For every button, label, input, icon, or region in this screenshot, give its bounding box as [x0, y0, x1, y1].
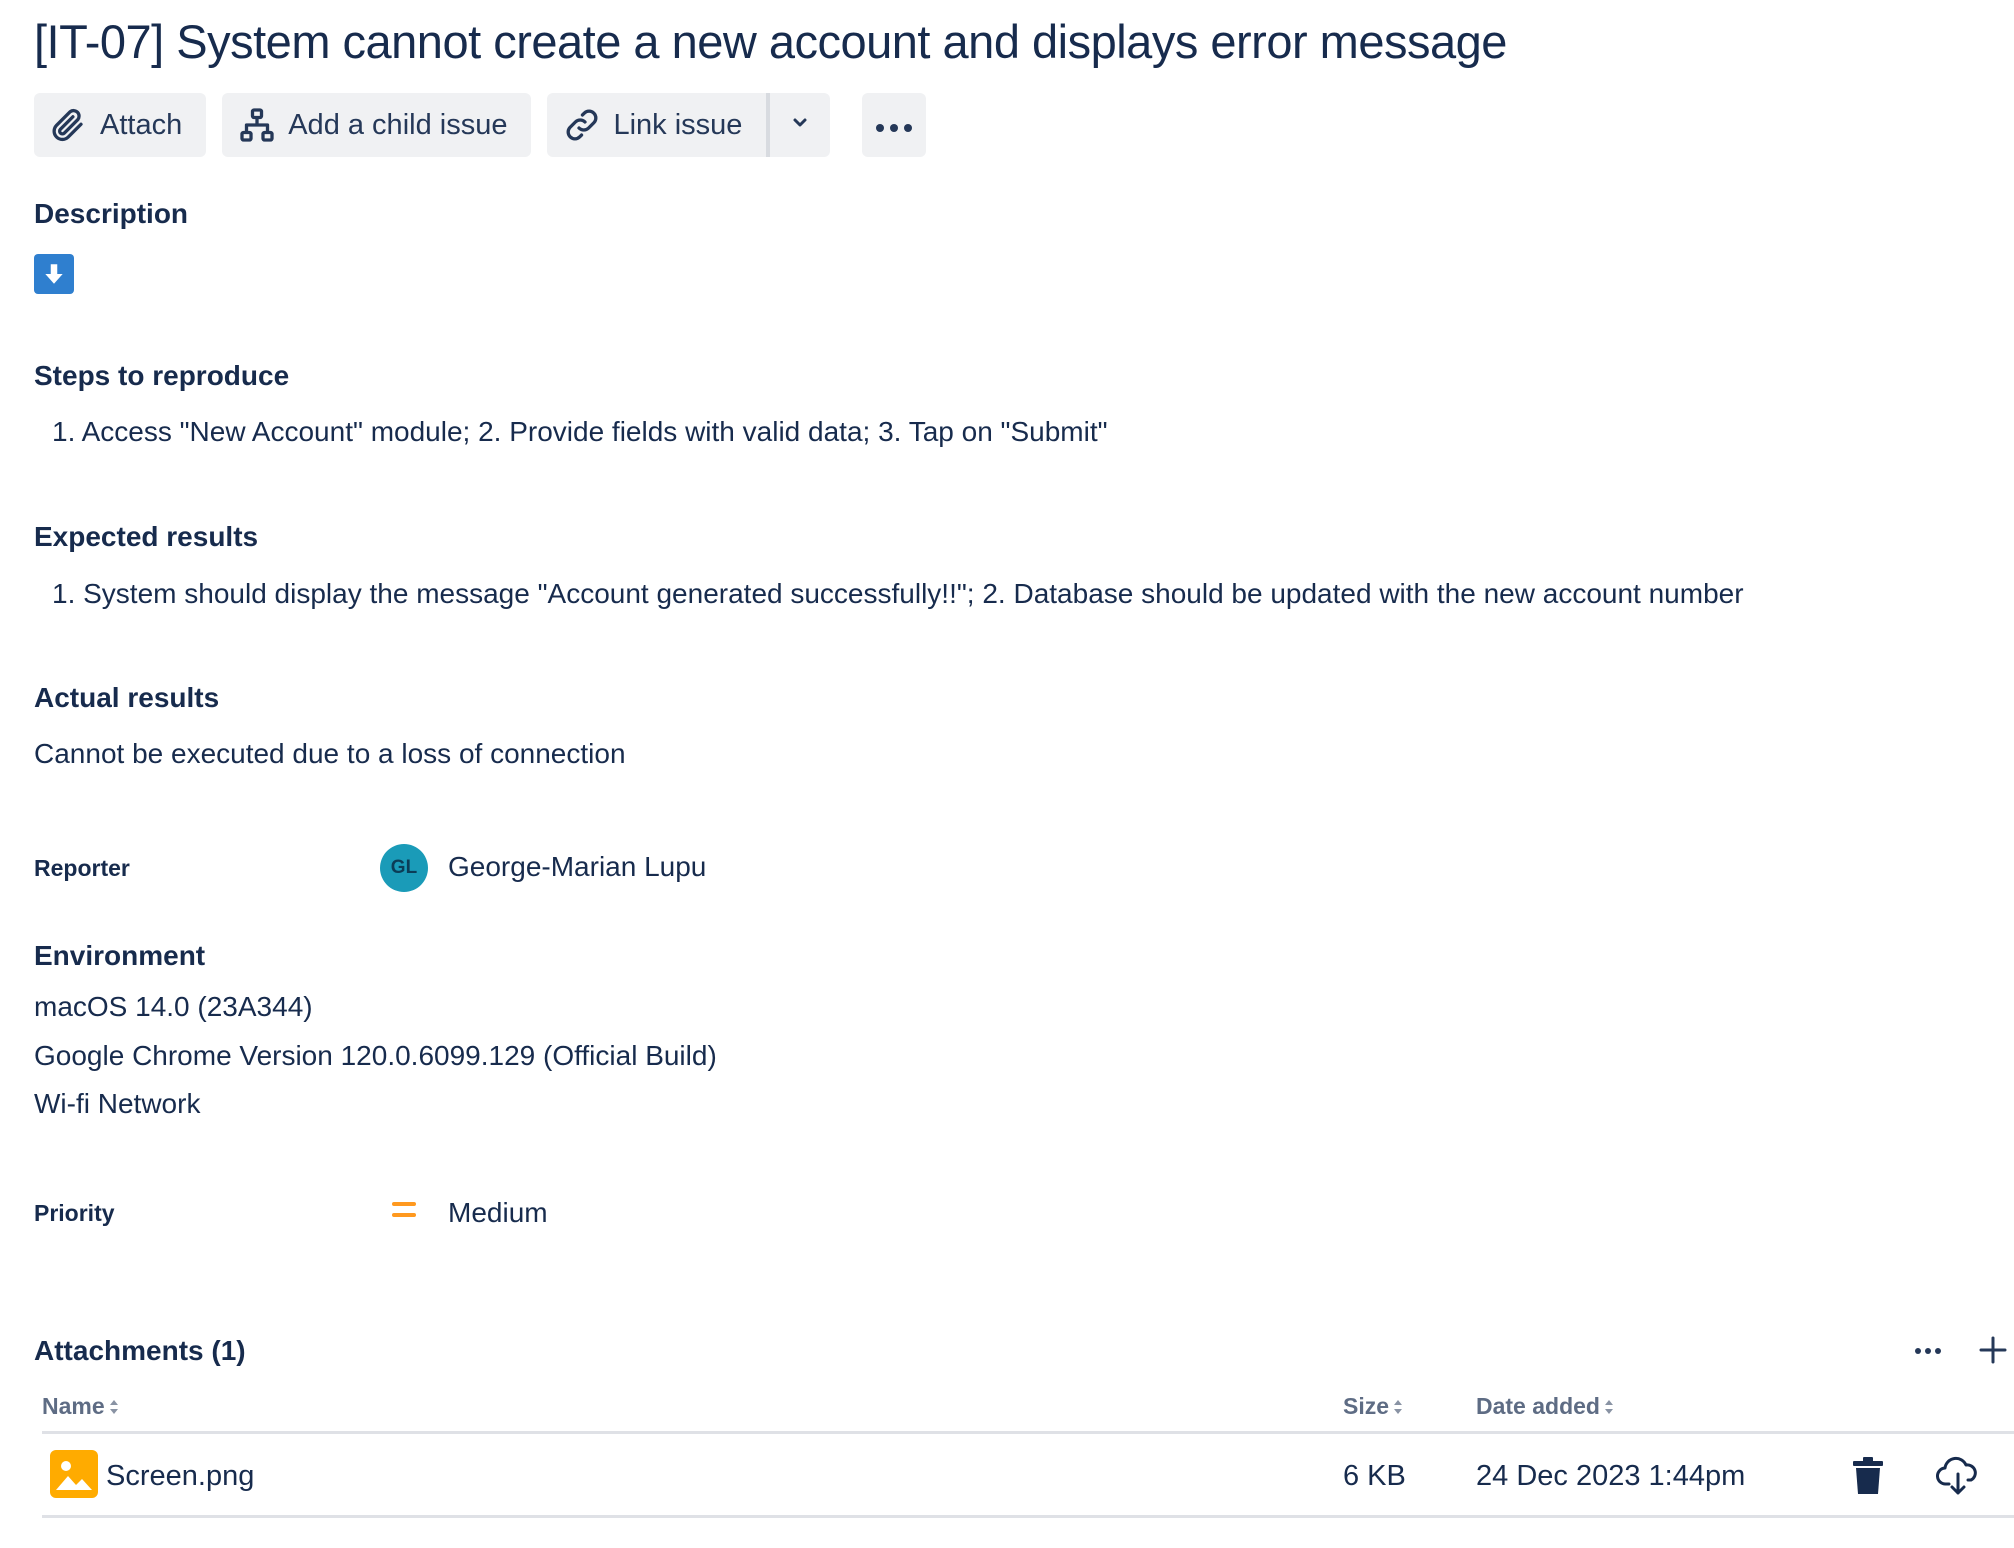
- chevron-down-icon: [788, 109, 812, 142]
- environment-line: Google Chrome Version 120.0.6099.129 (Of…: [34, 1040, 717, 1071]
- attachments-more-button[interactable]: [1912, 1336, 1952, 1366]
- delete-attachment-button[interactable]: [1850, 1456, 1886, 1496]
- attachment-date-added: 24 Dec 2023 1:44pm: [1476, 1460, 1746, 1492]
- hierarchy-icon: [236, 104, 278, 146]
- attach-button[interactable]: Attach: [34, 93, 207, 157]
- sort-icon: [109, 1398, 119, 1416]
- environment-line: macOS 14.0 (23A344): [34, 991, 313, 1022]
- column-header-size[interactable]: Size: [1343, 1393, 1403, 1420]
- steps-text: 1. Access "New Account" module; 2. Provi…: [52, 416, 1108, 447]
- priority-value[interactable]: Medium: [448, 1197, 548, 1229]
- column-header-label: Size: [1343, 1393, 1390, 1419]
- paperclip-icon: [48, 104, 90, 146]
- more-actions-button[interactable]: [862, 93, 927, 157]
- attachment-file-name[interactable]: Screen.png: [106, 1460, 254, 1493]
- expected-text: 1. System should display the message "Ac…: [52, 578, 1744, 609]
- avatar[interactable]: GL: [380, 844, 428, 892]
- download-attachment-button[interactable]: [1936, 1456, 1980, 1496]
- ellipsis-icon: [874, 109, 914, 142]
- steps-heading: Steps to reproduce: [34, 360, 290, 391]
- column-header-label: Date added: [1476, 1393, 1600, 1419]
- trash-icon: [1853, 1457, 1883, 1494]
- column-header-name[interactable]: Name: [42, 1393, 119, 1420]
- environment-line: Wi-fi Network: [34, 1088, 201, 1119]
- reporter-label: Reporter: [34, 855, 130, 881]
- attachment-file-size: 6 KB: [1343, 1460, 1406, 1492]
- sort-icon: [1604, 1398, 1614, 1416]
- plus-icon: [1979, 1336, 2007, 1364]
- column-header-label: Name: [42, 1393, 105, 1419]
- add-child-issue-button[interactable]: Add a child issue: [222, 93, 532, 157]
- table-header-divider: [42, 1431, 2014, 1434]
- priority-label: Priority: [34, 1200, 115, 1226]
- priority-medium-icon: [390, 1200, 418, 1220]
- column-header-date-added[interactable]: Date added: [1476, 1393, 1614, 1420]
- sort-icon: [1393, 1398, 1403, 1416]
- link-issue-button[interactable]: Link issue: [547, 93, 767, 157]
- attachments-heading: Attachments (1): [34, 1335, 246, 1366]
- attach-label: Attach: [100, 108, 183, 141]
- environment-heading: Environment: [34, 940, 206, 971]
- actual-heading: Actual results: [34, 682, 220, 713]
- link-issue-dropdown-button[interactable]: [770, 93, 831, 157]
- add-attachment-button[interactable]: [1976, 1333, 2010, 1367]
- ellipsis-icon: [1915, 1348, 1941, 1354]
- actual-text: Cannot be executed due to a loss of conn…: [34, 738, 626, 769]
- reporter-name[interactable]: George-Marian Lupu: [448, 851, 706, 883]
- image-file-icon: [50, 1450, 98, 1498]
- link-icon: [561, 104, 603, 146]
- cloud-download-icon: [1936, 1456, 1977, 1495]
- link-issue-label: Link issue: [613, 108, 743, 141]
- table-row-divider: [42, 1515, 2014, 1518]
- link-issue-split-button: Link issue: [547, 93, 831, 157]
- issue-toolbar: Attach Add a child issue Link issue: [34, 93, 927, 157]
- issue-title[interactable]: [IT-07] System cannot create a new accou…: [34, 14, 1507, 69]
- add-child-issue-label: Add a child issue: [288, 108, 508, 141]
- arrow-down-icon: [34, 254, 74, 294]
- expected-heading: Expected results: [34, 521, 259, 552]
- description-heading: Description: [34, 198, 189, 229]
